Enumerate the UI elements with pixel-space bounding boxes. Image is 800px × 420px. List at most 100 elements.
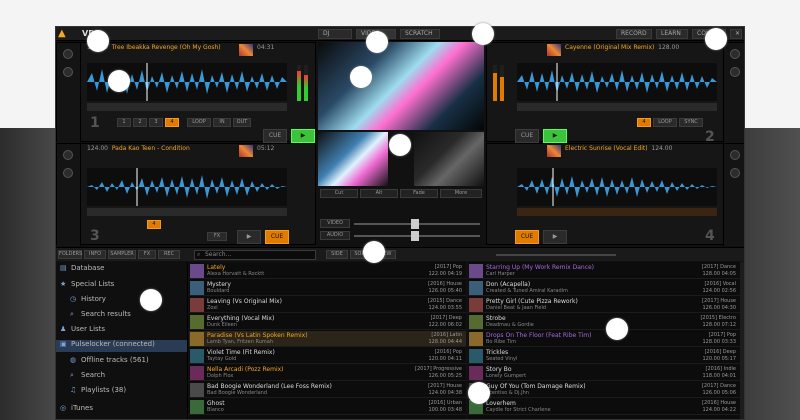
deck-2-pitch-knob[interactable] [730, 49, 740, 59]
track-row[interactable]: Nella Arcadi (Pozz Remix) Dolph Flox [2017… [189, 365, 466, 381]
track-row[interactable]: Starring Up (My Work Remix Dance) Carl Ha… [468, 263, 740, 279]
track-row[interactable]: Pretty Girl (Cute Pizza Rework) Daniel Be… [468, 297, 740, 313]
deck-1-pad-4[interactable]: 4 [165, 118, 179, 127]
video-deck-left-preview[interactable] [318, 132, 388, 186]
deck-2-waveform[interactable] [517, 63, 717, 101]
track-row[interactable]: Leaving (Vs Original Mix) Zoxi [2015] Danc… [189, 297, 466, 313]
deck-1-key-knob[interactable] [63, 67, 73, 77]
video-transition-cut[interactable]: Cut [320, 189, 358, 198]
tree-item-playlists[interactable]: ♫ Playlists (38) [70, 386, 126, 398]
tab-info[interactable]: INFO [84, 250, 106, 259]
deck-3-waveform[interactable] [87, 168, 287, 206]
video-transition-fade[interactable]: Fade [400, 189, 438, 198]
tab-fx[interactable]: FX [138, 250, 156, 259]
side-view-button[interactable]: SIDE [326, 250, 348, 259]
marker-dot [389, 134, 411, 156]
track-bpm-length: 128.00 03:33 [702, 339, 737, 345]
tree-item-offline-tracks[interactable]: ◍ Offline tracks (561) [70, 356, 149, 368]
track-row[interactable]: Trickles Seated Vinyl [2016] Deep 120.00 05… [468, 348, 740, 364]
video-transition-alt[interactable]: Alt [360, 189, 398, 198]
tree-item-pulselocker[interactable]: ▣ Pulselocker (connected) [56, 340, 187, 352]
tree-item-search[interactable]: ⌕ Search [70, 371, 105, 383]
track-row[interactable]: Mystery Bouldard [2016] House 126.00 05:40 [189, 280, 466, 296]
deck-4-key-knob[interactable] [730, 168, 740, 178]
track-row[interactable]: Everything (Vocal Mix) Dunk Eileen [2017] … [189, 314, 466, 330]
deck-3-key-knob[interactable] [63, 168, 73, 178]
deck-3-overview[interactable] [87, 208, 287, 216]
deck-3-pitch-knob[interactable] [63, 150, 73, 160]
deck-4-pitch-knob[interactable] [730, 150, 740, 160]
track-artist: Bo Ribe Tim [486, 339, 516, 345]
tree-item-history[interactable]: ◷ History [70, 295, 106, 307]
tree-item-database[interactable]: ▤ Database [60, 264, 104, 276]
record-button[interactable]: RECORD [616, 29, 652, 39]
learn-button[interactable]: LEARN [656, 29, 688, 39]
close-icon[interactable]: ✕ [730, 29, 742, 39]
tree-item-search-results[interactable]: ⌕ Search results [70, 310, 131, 322]
deck-1-pitch-knob[interactable] [63, 49, 73, 59]
deck-2: Cayenne (Original Mix Remix) 128.00 CUE … [486, 42, 744, 145]
browser-zoom-slider[interactable] [496, 254, 616, 256]
track-row[interactable]: Paradise (Vs Latin Spoken Remix) Lamb Tya… [189, 331, 466, 347]
audio-crossfader-handle[interactable] [411, 231, 419, 241]
deck-1-play-button[interactable]: ▶ [291, 129, 315, 143]
track-title: Violet Time (Fit Remix) [207, 349, 275, 356]
deck-1-overview[interactable] [87, 103, 287, 111]
track-row[interactable]: Guy Of You (Tom Damage Remix) Scentiso & … [468, 382, 740, 398]
tab-sampler[interactable]: SAMPLER [108, 250, 136, 259]
track-title: Nella Arcadi (Pozz Remix) [207, 366, 284, 373]
tab-folders[interactable]: FOLDERS [58, 250, 82, 259]
deck-3-fx-button[interactable]: FX [207, 232, 227, 241]
deck-4-overview[interactable] [517, 208, 717, 216]
track-cover-thumbnail [469, 332, 483, 346]
video-master-preview[interactable] [318, 42, 484, 130]
deck-2-key-knob[interactable] [730, 67, 740, 77]
deck-1-cover-art [239, 44, 253, 56]
tree-item-label: iTunes [71, 404, 93, 412]
track-row[interactable]: Lately Alexa Horvatt & Rocktt [2017] Pop 12… [189, 263, 466, 279]
track-row[interactable]: Story Bo Lonely Gumpert [2016] Indie 118.00… [468, 365, 740, 381]
deck-2-pad-4[interactable]: 4 [637, 118, 651, 127]
deck-4-cue-button[interactable]: CUE [515, 230, 539, 244]
tab-scratch[interactable]: SCRATCH [400, 29, 440, 39]
video-transition-more[interactable]: More [440, 189, 482, 198]
deck-1-cue-button[interactable]: CUE [263, 129, 287, 143]
tree-item-special-lists[interactable]: ★ Special Lists [60, 280, 114, 292]
track-year-genre: [2017] Deep [430, 315, 462, 321]
deck-4-play-button[interactable]: ▶ [543, 230, 567, 244]
track-row[interactable]: Violet Time (Fit Remix) Taytay Gold [2016]… [189, 348, 466, 364]
deck-1-pad-3[interactable]: 3 [149, 118, 163, 127]
tab-rec[interactable]: REC [158, 250, 180, 259]
track-row[interactable]: Ghost Blanco [2016] Urban 100.00 03:48 [189, 399, 466, 415]
tree-item-itunes[interactable]: ◎ iTunes [60, 404, 93, 416]
track-artist: Scentiso & Dj.Jhn [486, 390, 529, 396]
video-deck-right-preview[interactable] [414, 132, 484, 186]
track-list-scrollbar[interactable] [740, 262, 744, 419]
deck-2-play-button[interactable]: ▶ [543, 129, 567, 143]
deck-2-loop-button[interactable]: LOOP [653, 118, 677, 127]
deck-3-pad-4[interactable]: 4 [147, 220, 161, 229]
video-crossfader-handle[interactable] [411, 219, 419, 229]
deck-3-play-button[interactable]: ▶ [237, 230, 261, 244]
deck-2-sync-button[interactable]: SYNC [679, 118, 703, 127]
deck-1-loop-out[interactable]: OUT [233, 118, 251, 127]
deck-1-loop-in[interactable]: IN [213, 118, 231, 127]
tab-dj[interactable]: DJ [318, 29, 352, 39]
track-row[interactable]: Strobe Deadmau & Gordie [2015] Electro 128.… [468, 314, 740, 330]
deck-1-pad-2[interactable]: 2 [133, 118, 147, 127]
deck-2-overview[interactable] [517, 103, 717, 111]
track-year-genre: [2016] Latin [431, 332, 462, 338]
search-input[interactable]: ⌕ Search... [194, 250, 316, 260]
deck-3-cue-button[interactable]: CUE [265, 230, 289, 244]
deck-1-loop-button[interactable]: LOOP [187, 118, 211, 127]
track-year-genre: [2017] Dance [701, 264, 736, 270]
track-row[interactable]: Loverhem Caydie for Strict Charlene [2016]… [468, 399, 740, 415]
deck-4-waveform[interactable] [517, 168, 717, 206]
track-title: Mystery [207, 281, 231, 288]
deck-1-pad-1[interactable]: 1 [117, 118, 131, 127]
tree-item-user-lists[interactable]: ♟ User Lists [60, 325, 105, 337]
track-row[interactable]: Bad Boogie Wonderland (Lee Foss Remix) Ba… [189, 382, 466, 398]
track-row[interactable]: Don (Acapella) Created & Tuned Amiral Kar… [468, 280, 740, 296]
track-row[interactable]: Drops On The Floor (Feat Ribe Tim) Bo Rib… [468, 331, 740, 347]
deck-2-cue-button[interactable]: CUE [515, 129, 539, 143]
